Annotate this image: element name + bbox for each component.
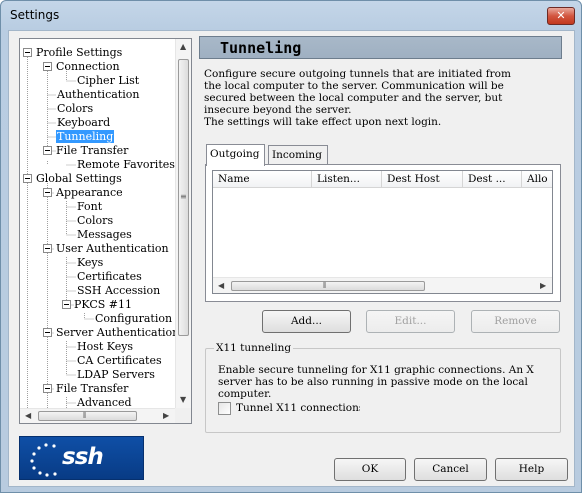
remove-button[interactable]: Remove [471,310,560,333]
panel-header: Tunneling [199,36,562,59]
close-icon: ✕ [556,9,566,22]
tree-scroll-thumb[interactable]: ≡ [178,59,189,336]
tree-item-font[interactable]: Font [76,200,103,213]
grip-icon: ≡ [180,192,187,201]
panel-description: Configure secure outgoing tunnels that a… [204,68,511,128]
tree-item-ca-certificates[interactable]: CA Certificates [76,354,163,367]
scroll-down-icon[interactable]: ▼ [180,395,186,405]
panel-title: Tunneling [220,39,302,57]
tree-item-user-authentication[interactable]: User Authentication [55,242,170,255]
add-button[interactable]: Add... [262,310,351,333]
tree-hscroll-thumb[interactable]: ⦀ [38,411,137,421]
grip-icon: ⦀ [323,281,327,290]
add-button-label: Add... [290,315,323,327]
x11-group-title: X11 tunneling [214,342,294,354]
tab-outgoing-label: Outgoing [210,148,260,160]
settings-tree: Profile Settings Connection Cipher List … [19,38,192,424]
tree-item-configuration[interactable]: Configuration [94,312,173,325]
outgoing-tab-panel: Name Listen... Dest Host Dest ... Allo ◀… [205,164,561,302]
ssh-logo: ssh [19,436,144,480]
scroll-left-icon[interactable]: ◀ [25,411,31,421]
tree-item-ssh-accession[interactable]: SSH Accession [76,284,161,297]
tunnel-x11-checkbox[interactable] [218,402,231,415]
scroll-right-icon[interactable]: ▶ [540,281,546,291]
list-horizontal-scrollbar[interactable]: ◀ ⦀ ▶ [213,277,552,293]
help-button-label: Help [518,463,545,475]
tree-horizontal-scrollbar[interactable]: ◀ ⦀ ▶ [20,408,175,423]
tree-item-appearance[interactable]: Appearance [55,186,124,199]
ok-button[interactable]: OK [334,458,406,481]
cancel-button-label: Cancel [432,463,469,475]
dialog-body: Profile Settings Connection Cipher List … [8,30,575,487]
window-title: Settings [10,8,60,22]
tree-item-file-transfer-global[interactable]: File Transfer [55,382,129,395]
help-button[interactable]: Help [495,458,568,481]
tree-item-connection[interactable]: Connection [55,60,121,73]
column-header-dest-port[interactable]: Dest ... [463,171,522,188]
tree-item-server-authentication[interactable]: Server Authentication [55,326,175,339]
edit-button-label: Edit... [394,315,427,327]
tree-item-keys[interactable]: Keys [76,256,104,269]
scroll-up-icon[interactable]: ▲ [180,42,186,52]
tab-incoming-label: Incoming [272,149,322,161]
list-hscroll-thumb[interactable]: ⦀ [231,281,425,291]
tree-item-pkcs11[interactable]: PKCS #11 [73,298,133,311]
tree-item-remote-favorites[interactable]: Remote Favorites [76,158,175,171]
column-header-allow[interactable]: Allo [522,171,552,188]
close-button[interactable]: ✕ [547,7,575,25]
tunnel-x11-label[interactable]: Tunnel X11 connections [236,402,360,415]
title-bar[interactable]: Settings ✕ [1,1,581,31]
scroll-right-icon[interactable]: ▶ [163,411,169,421]
tree-vertical-scrollbar[interactable]: ▲ ≡ ▼ [175,39,191,408]
x11-description: Enable secure tunneling for X11 graphic … [218,364,534,400]
tree-view: Profile Settings Connection Cipher List … [20,39,175,408]
column-header-listen[interactable]: Listen... [312,171,382,188]
scrollbar-corner [175,408,191,423]
tree-item-colors[interactable]: Colors [56,102,94,115]
tree-item-authentication[interactable]: Authentication [56,88,140,101]
tree-item-messages[interactable]: Messages [76,228,133,241]
edit-button[interactable]: Edit... [366,310,455,333]
tree-item-profile-settings[interactable]: Profile Settings [35,46,123,59]
scroll-left-icon[interactable]: ◀ [218,281,224,291]
remove-button-label: Remove [494,315,537,327]
tree-item-file-transfer[interactable]: File Transfer [55,144,129,157]
tree-item-ldap-servers[interactable]: LDAP Servers [76,368,156,381]
tab-incoming[interactable]: Incoming [268,145,328,165]
tree-item-host-keys[interactable]: Host Keys [76,340,134,353]
grip-icon: ⦀ [83,411,87,420]
x11-tunneling-group: X11 tunneling Enable secure tunneling fo… [205,342,561,433]
cancel-button[interactable]: Cancel [414,458,487,481]
tree-item-global-settings[interactable]: Global Settings [35,172,123,185]
tab-outgoing[interactable]: Outgoing [206,144,265,166]
tunnels-list[interactable]: Name Listen... Dest Host Dest ... Allo ◀… [212,170,553,294]
tree-item-keyboard[interactable]: Keyboard [56,116,111,129]
logo-text: ssh [62,444,104,470]
settings-window: Settings ✕ Profile Settings Connection C… [0,0,582,493]
tree-item-advanced[interactable]: Advanced [76,396,133,408]
column-header-name[interactable]: Name [213,171,312,188]
ok-button-label: OK [361,463,379,475]
tree-item-certificates[interactable]: Certificates [76,270,143,283]
tree-item-tunneling[interactable]: Tunneling [56,130,115,143]
column-header-dest-host[interactable]: Dest Host [382,171,463,188]
tree-item-colors-global[interactable]: Colors [76,214,114,227]
tree-item-cipher-list[interactable]: Cipher List [76,74,140,87]
